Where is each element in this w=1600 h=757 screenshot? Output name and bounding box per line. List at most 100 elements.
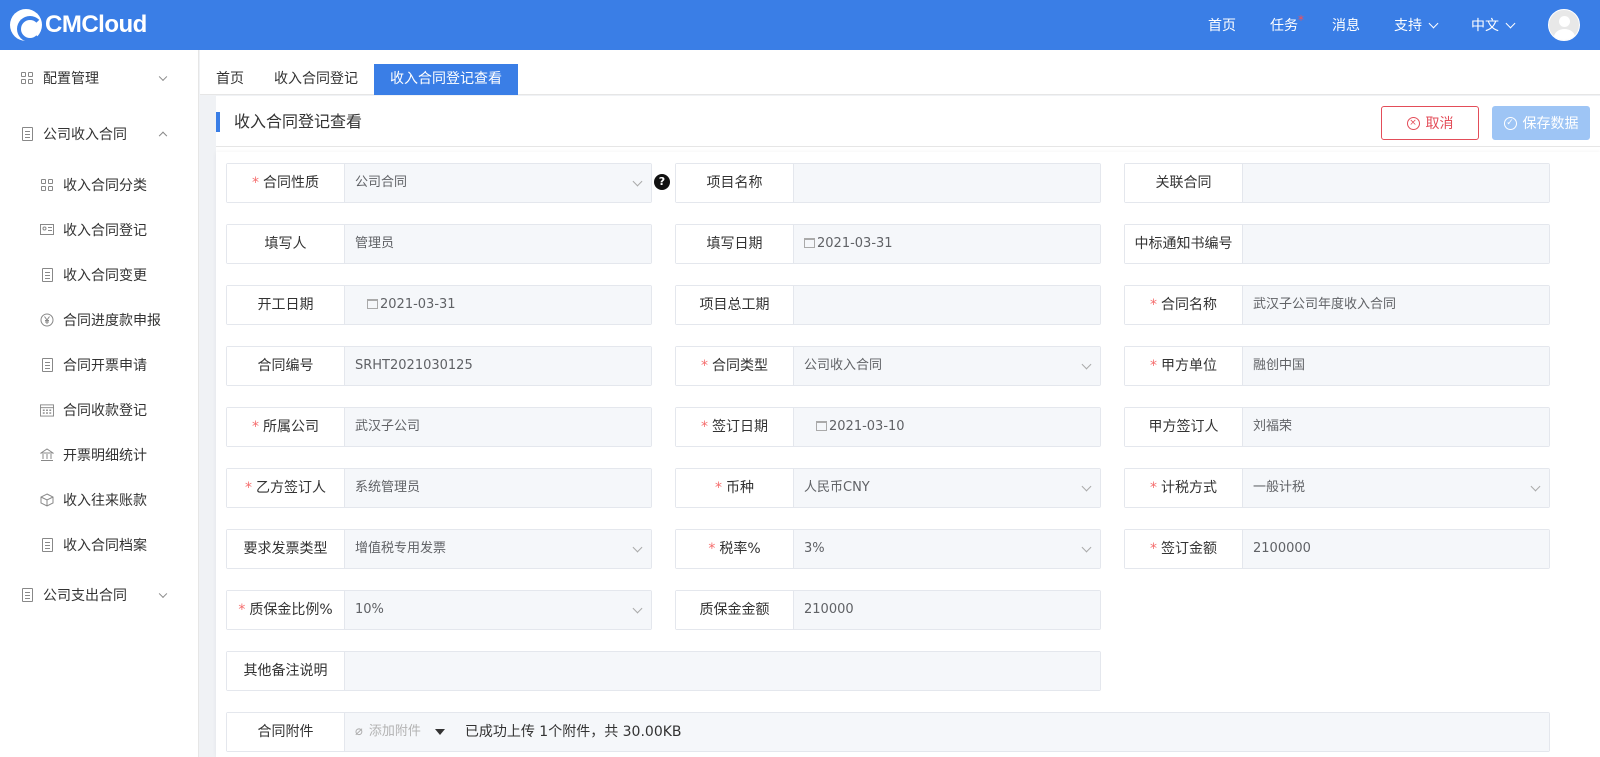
field-label-text: 币种 xyxy=(726,480,754,496)
close-circle-icon: × xyxy=(1406,116,1420,130)
field-value: 2021-03-10 xyxy=(829,419,905,434)
sidebar-group-expense-contract[interactable]: 公司支出合同 xyxy=(0,567,198,623)
field-currency[interactable]: * 币种 人民币CNY xyxy=(675,468,1101,508)
fill-date-picker[interactable]: 2021-03-31 xyxy=(794,225,1100,263)
field-contract-type[interactable]: * 合同类型 公司收入合同 xyxy=(675,346,1101,386)
field-label: * 合同类型 xyxy=(676,347,794,385)
field-value: 一般计税 xyxy=(1253,480,1306,495)
field-party-b-signer[interactable]: * 乙方签订人 系统管理员 xyxy=(226,468,652,508)
sidebar-item-progress-payment[interactable]: 合同进度款申报 xyxy=(0,297,198,342)
party-a-input[interactable]: 融创中国 xyxy=(1243,347,1549,385)
document-icon xyxy=(20,588,34,602)
sidebar-item-income-change[interactable]: 收入合同变更 xyxy=(0,252,198,297)
tab-home[interactable]: 首页 xyxy=(200,64,260,95)
tab-income-register[interactable]: 收入合同登记 xyxy=(258,64,374,95)
warranty-amount-input[interactable]: 210000 xyxy=(794,591,1100,629)
sidebar-item-income-register[interactable]: 收入合同登记 xyxy=(0,207,198,252)
field-party-a-signer[interactable]: 甲方签订人 刘福荣 xyxy=(1124,407,1550,447)
nav-home[interactable]: 首页 xyxy=(1208,15,1236,35)
chevron-down-icon xyxy=(1081,542,1092,553)
contract-name-input[interactable]: 武汉子公司年度收入合同 xyxy=(1243,286,1549,324)
start-date-picker[interactable]: 2021-03-31 xyxy=(345,286,651,324)
field-contract-no[interactable]: 合同编号 SRHT2021030125 xyxy=(226,346,652,386)
field-tax-method[interactable]: * 计税方式 一般计税 xyxy=(1124,468,1550,508)
field-start-date[interactable]: 开工日期 2021-03-31 xyxy=(226,285,652,325)
sidebar-item-receipt-register[interactable]: 合同收款登记 xyxy=(0,387,198,432)
filler-input[interactable]: 管理员 xyxy=(345,225,651,263)
related-contract-input[interactable] xyxy=(1243,164,1549,202)
field-sign-amount[interactable]: * 签订金额 2100000 xyxy=(1124,529,1550,569)
field-related-contract[interactable]: 关联合同 xyxy=(1124,163,1550,203)
paperclip-icon: ⌀ xyxy=(355,724,363,739)
total-duration-input[interactable] xyxy=(794,286,1100,324)
company-input[interactable]: 武汉子公司 xyxy=(345,408,651,446)
page-header: 收入合同登记查看 × 取消 ✓ 保存数据 xyxy=(216,96,1600,147)
field-label-text: 合同类型 xyxy=(712,358,768,374)
tax-method-select[interactable]: 一般计税 xyxy=(1243,469,1549,507)
help-icon[interactable]: ? xyxy=(654,174,670,190)
add-attachment-button[interactable]: 添加附件 xyxy=(369,713,421,751)
sign-amount-input[interactable]: 2100000 xyxy=(1243,530,1549,568)
field-filler[interactable]: 填写人 管理员 xyxy=(226,224,652,264)
field-warranty-amount[interactable]: 质保金金额 210000 xyxy=(675,590,1101,630)
contract-type-select[interactable]: 公司收入合同 xyxy=(794,347,1100,385)
field-attachment[interactable]: 合同附件 ⌀ 添加附件 已成功上传 1个附件，共 30.00KB xyxy=(226,712,1550,752)
save-button[interactable]: ✓ 保存数据 xyxy=(1492,106,1590,140)
cancel-button[interactable]: × 取消 xyxy=(1381,106,1479,140)
field-company[interactable]: * 所属公司 武汉子公司 xyxy=(226,407,652,447)
sidebar-item-income-category[interactable]: 收入合同分类 xyxy=(0,162,198,207)
nav-messages[interactable]: 消息 xyxy=(1332,15,1360,35)
calendar-icon xyxy=(804,238,815,248)
sign-date-picker[interactable]: 2021-03-10 xyxy=(794,408,1100,446)
field-label: 合同附件 xyxy=(227,713,345,751)
field-label-text: 合同性质 xyxy=(263,175,319,191)
cube-icon xyxy=(40,492,54,507)
field-contract-nature[interactable]: * 合同性质 公司合同 xyxy=(226,163,652,203)
sidebar-group-config[interactable]: 配置管理 xyxy=(0,50,198,106)
sidebar-item-invoice-apply[interactable]: 合同开票申请 xyxy=(0,342,198,387)
tab-income-register-view[interactable]: 收入合同登记查看 xyxy=(374,64,518,95)
sidebar-item-invoice-stats[interactable]: 开票明细统计 xyxy=(0,432,198,477)
field-bid-notice-no[interactable]: 中标通知书编号 xyxy=(1124,224,1550,264)
remarks-input[interactable] xyxy=(345,652,1100,690)
nav-support[interactable]: 支持 xyxy=(1394,15,1439,35)
field-tax-rate[interactable]: * 税率% 3% xyxy=(675,529,1101,569)
field-party-a[interactable]: * 甲方单位 融创中国 xyxy=(1124,346,1550,386)
field-value: 人民币CNY xyxy=(804,480,870,495)
field-project-name[interactable]: 项目名称 xyxy=(675,163,1101,203)
contract-nature-select[interactable]: 公司合同 xyxy=(345,164,651,202)
field-total-duration[interactable]: 项目总工期 xyxy=(675,285,1101,325)
required-mark: * xyxy=(238,602,246,618)
field-contract-name[interactable]: * 合同名称 武汉子公司年度收入合同 xyxy=(1124,285,1550,325)
warranty-ratio-select[interactable]: 10% xyxy=(345,591,651,629)
field-invoice-type[interactable]: 要求发票类型 增值税专用发票 xyxy=(226,529,652,569)
tax-rate-select[interactable]: 3% xyxy=(794,530,1100,568)
attachment-status: 已成功上传 1个附件，共 30.00KB xyxy=(464,724,682,740)
logo[interactable]: CMCloud xyxy=(10,8,147,42)
party-a-signer-input[interactable]: 刘福荣 xyxy=(1243,408,1549,446)
avatar[interactable] xyxy=(1548,9,1580,41)
field-label: 甲方签订人 xyxy=(1125,408,1243,446)
required-mark: * xyxy=(1150,297,1157,313)
caret-down-icon[interactable] xyxy=(434,729,445,735)
nav-home-label: 首页 xyxy=(1208,18,1236,34)
party-b-signer-input[interactable]: 系统管理员 xyxy=(345,469,651,507)
field-label: * 质保金比例% xyxy=(227,591,345,629)
field-warranty-ratio[interactable]: * 质保金比例% 10% xyxy=(226,590,652,630)
field-label-text: 签订金额 xyxy=(1161,541,1217,557)
nav-tasks[interactable]: 任务 * xyxy=(1270,13,1304,35)
field-remarks[interactable]: 其他备注说明 xyxy=(226,651,1101,691)
sidebar-item-income-archive[interactable]: 收入合同档案 xyxy=(0,522,198,567)
field-fill-date[interactable]: 填写日期 2021-03-31 xyxy=(675,224,1101,264)
currency-select[interactable]: 人民币CNY xyxy=(794,469,1100,507)
sidebar-item-income-accounts[interactable]: 收入往来账款 xyxy=(0,477,198,522)
bid-notice-no-input[interactable] xyxy=(1243,225,1549,263)
page-title: 收入合同登记查看 xyxy=(234,112,363,131)
project-name-input[interactable] xyxy=(794,164,1100,202)
field-label: * 合同性质 xyxy=(227,164,345,202)
invoice-type-select[interactable]: 增值税专用发票 xyxy=(345,530,651,568)
nav-language[interactable]: 中文 xyxy=(1471,15,1516,35)
sidebar-group-income-contract[interactable]: 公司收入合同 xyxy=(0,106,198,162)
contract-no-input[interactable]: SRHT2021030125 xyxy=(345,347,651,385)
field-sign-date[interactable]: * 签订日期 2021-03-10 xyxy=(675,407,1101,447)
